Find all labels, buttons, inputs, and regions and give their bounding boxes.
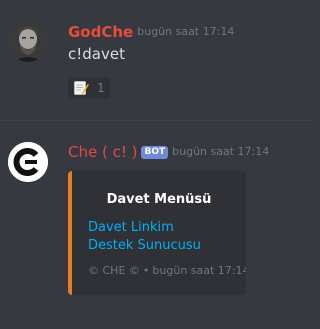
timestamp: bugün saat 17:14 <box>172 145 270 158</box>
message-godche <box>0 0 312 108</box>
username[interactable]: GodChe <box>68 23 133 41</box>
memo-icon <box>74 81 89 95</box>
user-avatar[interactable] <box>8 22 48 62</box>
embed-accent-bar <box>68 171 72 295</box>
reaction-count: 1 <box>97 81 105 95</box>
embed-title: Davet Menüsü <box>106 192 212 207</box>
footer-text: © CHE © <box>88 264 140 277</box>
message-header: GodChe bugün saat 17:14 <box>68 23 234 41</box>
reaction-button[interactable]: 1 <box>68 77 110 99</box>
support-server-link[interactable]: Destek Sunucusu <box>88 238 201 254</box>
bot-tag: BOT <box>141 145 169 159</box>
message-divider <box>0 120 312 121</box>
bot-avatar[interactable] <box>8 142 48 182</box>
footer-time: bugün saat 17:14 <box>152 264 246 277</box>
timestamp: bugün saat 17:14 <box>137 25 235 38</box>
embed: Davet Menüsü Davet Linkim Destek Sunucus… <box>68 171 246 295</box>
message-header: Che ( c! ) BOT bugün saat 17:14 <box>68 143 269 161</box>
invite-link[interactable]: Davet Linkim <box>88 220 174 236</box>
embed-footer: © CHE © • bugün saat 17:14 <box>88 264 246 278</box>
message-content: c!davet <box>68 45 125 63</box>
footer-separator: • <box>142 264 150 277</box>
che-logo-icon <box>8 142 48 182</box>
bot-username[interactable]: Che ( c! ) <box>68 143 137 161</box>
user-photo-icon <box>8 22 48 62</box>
